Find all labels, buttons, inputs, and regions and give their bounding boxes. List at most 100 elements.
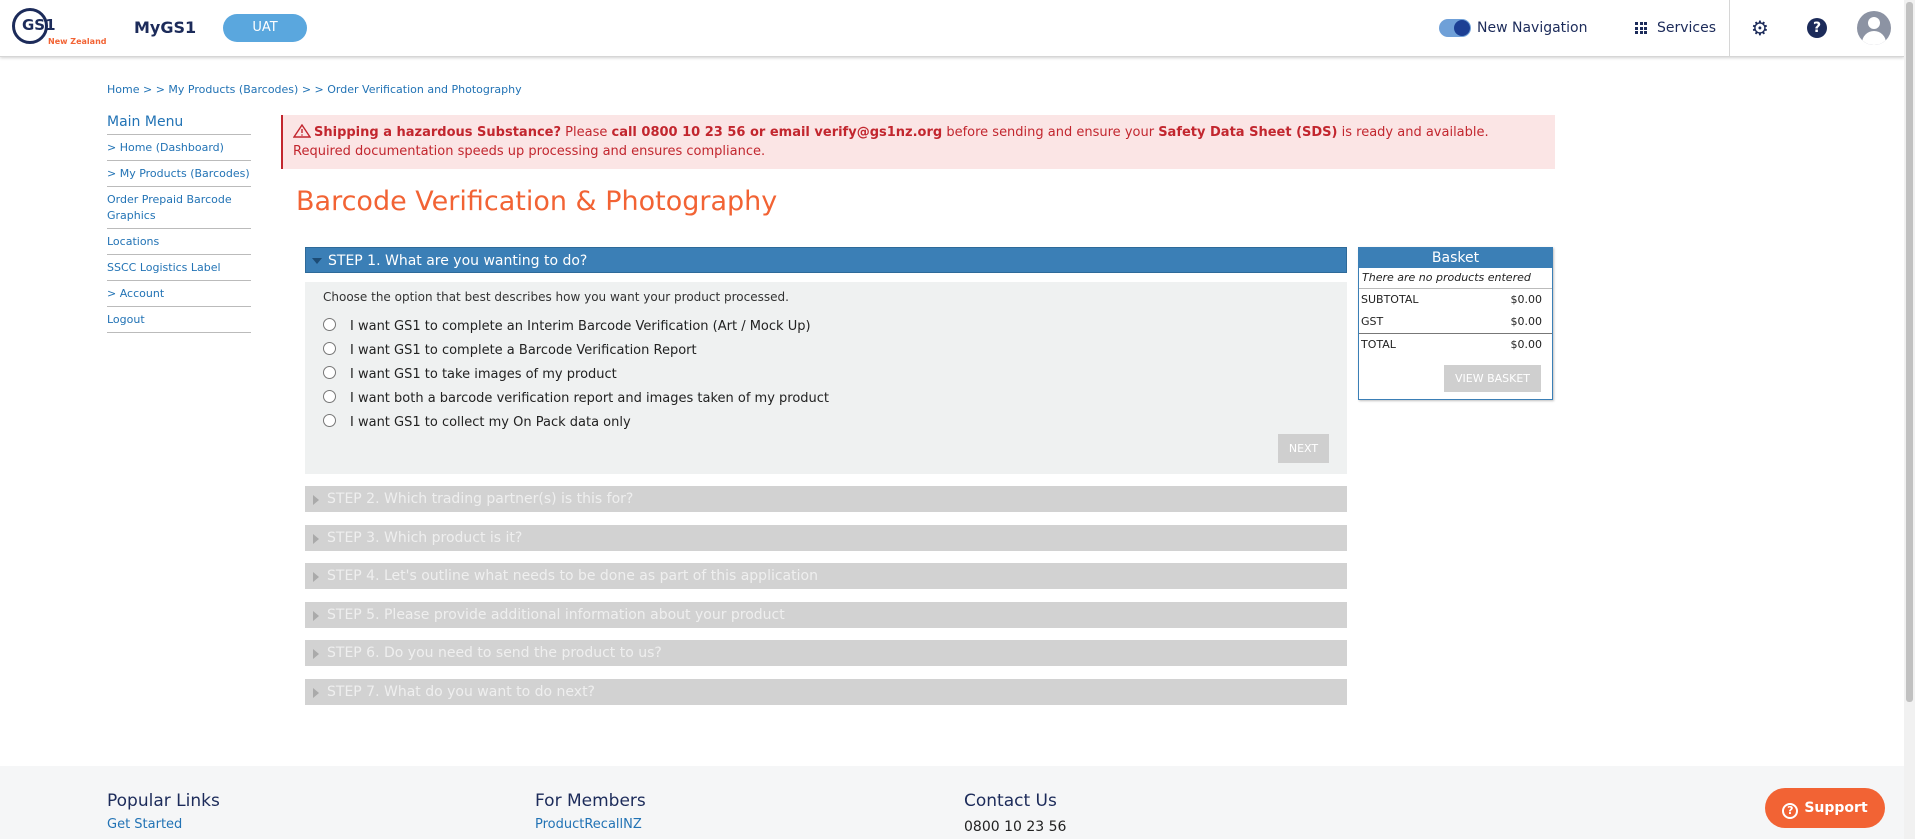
footer-heading: For Members [535, 791, 646, 811]
sidebar-item-home[interactable]: > Home (Dashboard) [107, 135, 251, 161]
option-label: I want GS1 to complete an Interim Barcod… [350, 319, 811, 334]
grid-icon[interactable] [1635, 22, 1647, 34]
radio-button[interactable] [323, 390, 336, 403]
basket-row-label: SUBTOTAL [1361, 293, 1419, 306]
sidebar-item-account[interactable]: > Account [107, 281, 251, 307]
toggle-knob [1454, 20, 1470, 36]
basket-subtotal-row: SUBTOTAL $0.00 [1359, 289, 1552, 311]
basket-total-row: TOTAL $0.00 [1359, 333, 1552, 356]
step-1-description: Choose the option that best describes ho… [323, 290, 789, 304]
new-navigation-label: New Navigation [1477, 20, 1588, 36]
breadcrumb: Home > > My Products (Barcodes) > > Orde… [107, 83, 522, 96]
caret-right-icon [313, 495, 319, 505]
breadcrumb-current[interactable]: Order Verification and Photography [327, 83, 521, 96]
footer-heading: Contact Us [964, 791, 1057, 811]
caret-right-icon [313, 688, 319, 698]
footer-link-get-started[interactable]: Get Started [107, 817, 220, 832]
step-5-label: STEP 5. Please provide additional inform… [327, 607, 785, 623]
alert-heading: Shipping a hazardous Substance? [314, 125, 562, 140]
step-7-header[interactable]: STEP 7. What do you want to do next? [305, 679, 1347, 705]
step-3-label: STEP 3. Which product is it? [327, 530, 523, 546]
basket-panel: Basket There are no products entered SUB… [1358, 247, 1553, 400]
main-menu: Main Menu > Home (Dashboard) > My Produc… [107, 114, 251, 333]
option-on-pack-data[interactable]: I want GS1 to collect my On Pack data on… [323, 414, 631, 430]
sidebar-item-logout[interactable]: Logout [107, 307, 251, 333]
page-footer [0, 766, 1904, 839]
radio-button[interactable] [323, 342, 336, 355]
caret-right-icon [313, 649, 319, 659]
environment-badge: UAT [223, 14, 307, 42]
footer-heading: Popular Links [107, 791, 220, 811]
option-verification-report[interactable]: I want GS1 to complete a Barcode Verific… [323, 342, 697, 358]
footer-popular-links: Popular Links Get Started [107, 791, 220, 832]
basket-row-label: GST [1361, 315, 1384, 328]
option-label: I want both a barcode verification repor… [350, 391, 830, 406]
option-report-and-images[interactable]: I want both a barcode verification repor… [323, 390, 829, 406]
footer-contact-us: Contact Us 0800 10 23 56 [964, 791, 1066, 835]
step-2-label: STEP 2. Which trading partner(s) is this… [327, 491, 634, 507]
sidebar-item-locations[interactable]: Locations [107, 229, 251, 255]
view-basket-button[interactable]: VIEW BASKET [1444, 365, 1541, 392]
option-interim-verification[interactable]: I want GS1 to complete an Interim Barcod… [323, 318, 811, 334]
warning-icon [293, 124, 311, 138]
alert-contact: call 0800 10 23 56 or email verify@gs1nz… [611, 125, 943, 140]
help-icon[interactable]: ? [1807, 18, 1827, 38]
sidebar-item-my-products[interactable]: > My Products (Barcodes) [107, 161, 251, 187]
alert-text: Please [561, 125, 612, 140]
breadcrumb-separator: > [314, 83, 328, 96]
logo-subtitle: New Zealand [48, 37, 107, 46]
step-4-header[interactable]: STEP 4. Let's outline what needs to be d… [305, 563, 1347, 589]
caret-right-icon [313, 611, 319, 621]
option-take-images[interactable]: I want GS1 to take images of my product [323, 366, 617, 382]
footer-link-product-recall[interactable]: ProductRecallNZ [535, 817, 646, 832]
help-circle-icon: ? [1782, 803, 1799, 819]
alert-text: before sending and ensure your [942, 125, 1159, 140]
scrollbar-thumb[interactable] [1906, 2, 1913, 702]
step-6-header[interactable]: STEP 6. Do you need to send the product … [305, 640, 1347, 666]
step-2-header[interactable]: STEP 2. Which trading partner(s) is this… [305, 486, 1347, 512]
breadcrumb-home[interactable]: Home [107, 83, 139, 96]
step-5-header[interactable]: STEP 5. Please provide additional inform… [305, 602, 1347, 628]
step-1-label: STEP 1. What are you wanting to do? [328, 253, 588, 269]
caret-down-icon [312, 258, 322, 264]
radio-button[interactable] [323, 414, 336, 427]
step-1-panel: Choose the option that best describes ho… [305, 282, 1347, 474]
basket-title: Basket [1359, 248, 1552, 268]
hazardous-substance-alert: Shipping a hazardous Substance? Please c… [281, 115, 1555, 169]
option-label: I want GS1 to take images of my product [350, 367, 617, 382]
support-button[interactable]: ? Support [1765, 788, 1885, 828]
app-title[interactable]: MyGS1 [134, 18, 196, 37]
main-menu-title: Main Menu [107, 114, 251, 135]
sidebar-item-order-prepaid-graphics[interactable]: Order Prepaid Barcode Graphics [107, 187, 251, 229]
gs1-logo[interactable]: GS1 New Zealand [10, 6, 106, 50]
footer-phone: 0800 10 23 56 [964, 819, 1067, 835]
step-7-label: STEP 7. What do you want to do next? [327, 684, 595, 700]
header-divider [1729, 0, 1730, 56]
top-header: GS1 New Zealand MyGS1 UAT New Navigation… [0, 0, 1904, 57]
sidebar-item-sscc-logistics-label[interactable]: SSCC Logistics Label [107, 255, 251, 281]
breadcrumb-separator: > [298, 83, 315, 96]
radio-button[interactable] [323, 318, 336, 331]
breadcrumb-my-products[interactable]: My Products (Barcodes) [168, 83, 298, 96]
gear-icon[interactable]: ⚙ [1750, 18, 1770, 38]
basket-row-label: TOTAL [1361, 338, 1396, 351]
step-4-label: STEP 4. Let's outline what needs to be d… [327, 568, 818, 584]
breadcrumb-separator: > [139, 83, 156, 96]
basket-empty-message: There are no products entered [1359, 268, 1552, 289]
step-6-label: STEP 6. Do you need to send the product … [327, 645, 662, 661]
step-1-header[interactable]: STEP 1. What are you wanting to do? [305, 247, 1347, 273]
new-navigation-toggle[interactable] [1439, 19, 1471, 37]
page-title: Barcode Verification & Photography [296, 186, 778, 217]
option-label: I want GS1 to collect my On Pack data on… [350, 415, 631, 430]
basket-row-amount: $0.00 [1510, 315, 1543, 328]
next-button[interactable]: NEXT [1278, 434, 1329, 463]
user-avatar-icon[interactable] [1857, 11, 1891, 45]
caret-right-icon [313, 572, 319, 582]
breadcrumb-separator: > [155, 83, 169, 96]
basket-row-amount: $0.00 [1510, 338, 1543, 351]
radio-button[interactable] [323, 366, 336, 379]
support-label: Support [1804, 800, 1868, 816]
basket-row-amount: $0.00 [1510, 293, 1543, 306]
step-3-header[interactable]: STEP 3. Which product is it? [305, 525, 1347, 551]
services-button[interactable]: Services [1657, 20, 1716, 36]
